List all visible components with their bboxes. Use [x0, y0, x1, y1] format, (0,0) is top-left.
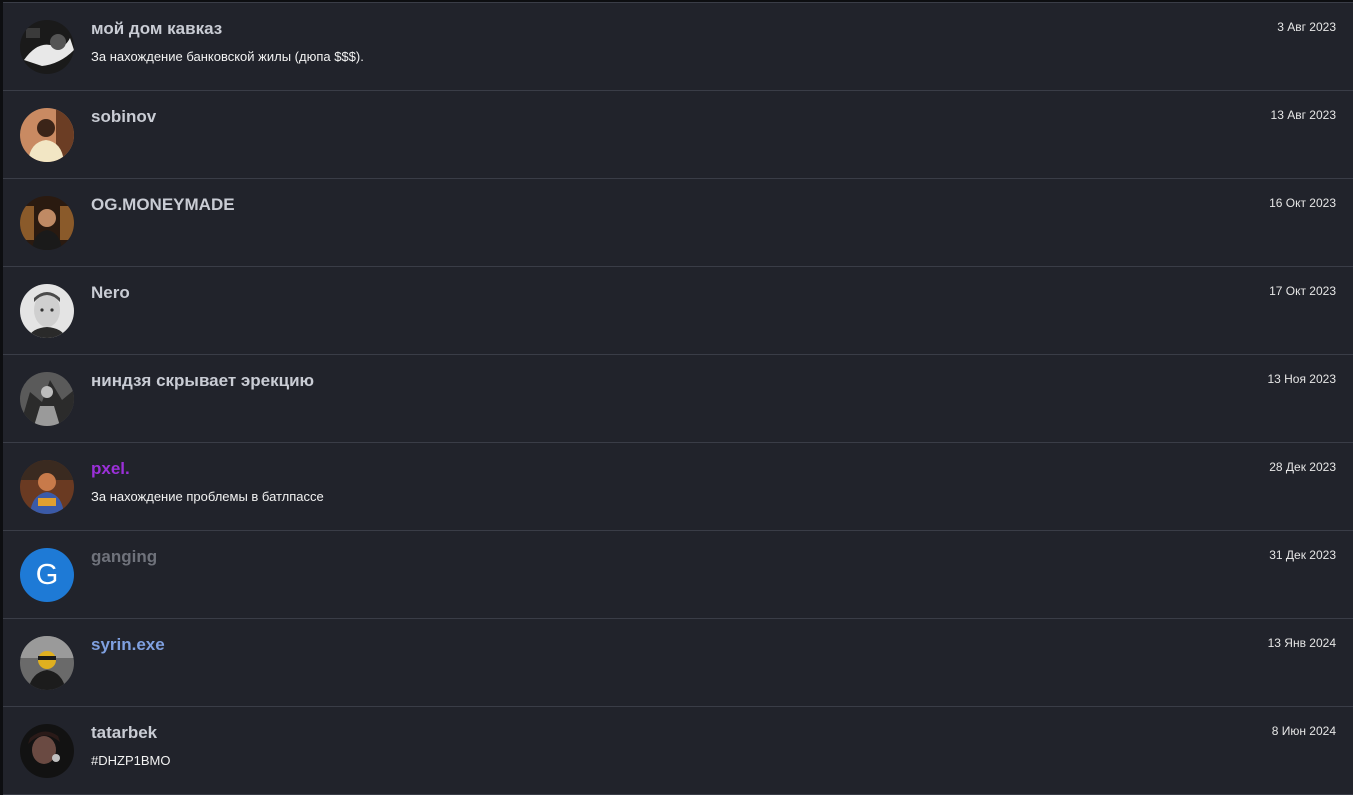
avatar[interactable] [20, 284, 74, 338]
photo-avatar-icon [20, 20, 74, 74]
member-name[interactable]: мой дом кавказ [91, 19, 222, 39]
avatar[interactable]: G [20, 548, 74, 602]
list-item: syrin.exe 13 Янв 2024 [3, 619, 1353, 707]
member-date: 13 Авг 2023 [1270, 108, 1336, 122]
photo-avatar-icon [20, 108, 74, 162]
list-item: tatarbek #DHZP1BMO 8 Июн 2024 [3, 707, 1353, 795]
list-item: мой дом кавказ За нахождение банковской … [3, 3, 1353, 91]
avatar[interactable] [20, 372, 74, 426]
member-date: 13 Янв 2024 [1267, 636, 1336, 650]
member-date: 17 Окт 2023 [1269, 284, 1336, 298]
photo-avatar-icon [20, 284, 74, 338]
list-item: OG.MONEYMADE 16 Окт 2023 [3, 179, 1353, 267]
member-date: 8 Июн 2024 [1271, 724, 1336, 738]
member-name[interactable]: ganging [91, 547, 157, 567]
list-item: sobinov 13 Авг 2023 [3, 91, 1353, 179]
member-date: 3 Авг 2023 [1277, 20, 1336, 34]
avatar[interactable] [20, 20, 74, 74]
avatar[interactable] [20, 724, 74, 778]
letter-avatar-icon: G [35, 558, 59, 591]
list-item: G ganging 31 Дек 2023 [3, 531, 1353, 619]
photo-avatar-icon [20, 636, 74, 690]
list-item: pxel. За нахождение проблемы в батлпассе… [3, 443, 1353, 531]
avatar[interactable] [20, 460, 74, 514]
avatar[interactable] [20, 108, 74, 162]
member-description: За нахождение проблемы в батлпассе [91, 489, 324, 504]
photo-avatar-icon [20, 372, 74, 426]
member-description: За нахождение банковской жилы (дюпа $$$)… [91, 49, 364, 64]
list-item: Nero 17 Окт 2023 [3, 267, 1353, 355]
member-list: мой дом кавказ За нахождение банковской … [3, 2, 1353, 795]
member-description: #DHZP1BMO [91, 753, 171, 768]
member-name[interactable]: sobinov [91, 107, 156, 127]
avatar[interactable] [20, 196, 74, 250]
member-name[interactable]: syrin.exe [91, 635, 165, 655]
member-name[interactable]: pxel. [91, 459, 130, 479]
member-date: 13 Ноя 2023 [1267, 372, 1336, 386]
member-name[interactable]: ниндзя скрывает эрекцию [91, 371, 314, 391]
member-name[interactable]: OG.MONEYMADE [91, 195, 235, 215]
photo-avatar-icon [20, 724, 74, 778]
photo-avatar-icon [20, 460, 74, 514]
member-name[interactable]: tatarbek [91, 723, 157, 743]
avatar[interactable] [20, 636, 74, 690]
member-name[interactable]: Nero [91, 283, 130, 303]
member-date: 31 Дек 2023 [1269, 548, 1336, 562]
member-date: 16 Окт 2023 [1269, 196, 1336, 210]
list-item: ниндзя скрывает эрекцию 13 Ноя 2023 [3, 355, 1353, 443]
photo-avatar-icon [20, 196, 74, 250]
member-date: 28 Дек 2023 [1269, 460, 1336, 474]
